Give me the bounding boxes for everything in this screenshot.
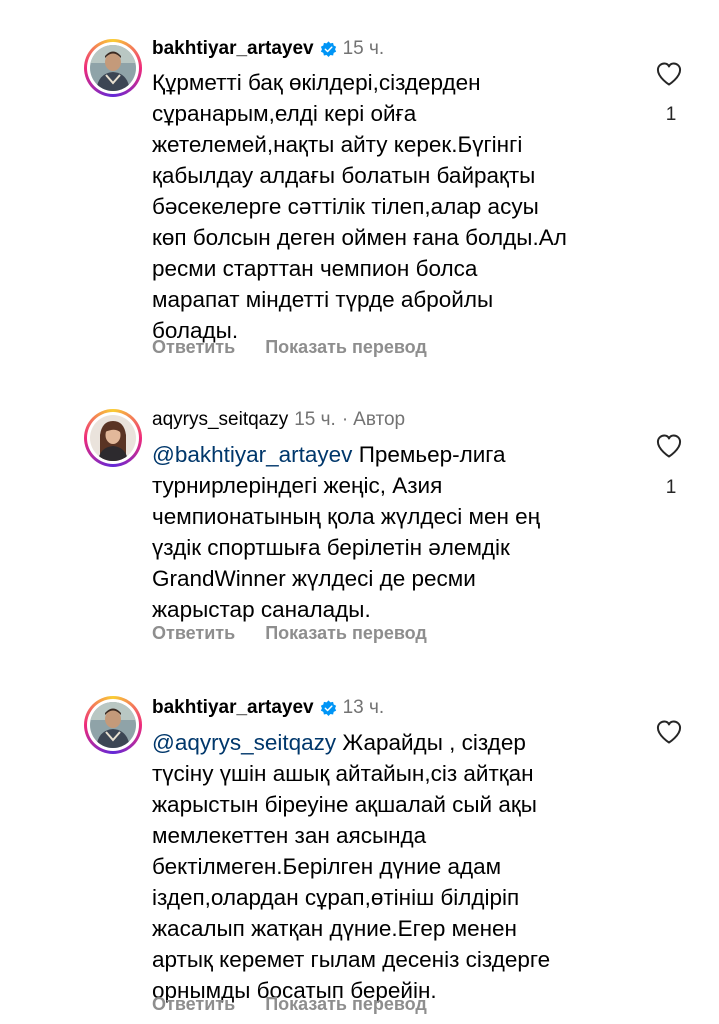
show-translation-button[interactable]: Показать перевод (265, 337, 427, 358)
heart-icon[interactable] (654, 432, 684, 460)
comment-text: Құрметті бақ өкілдері,сіздерден сұранары… (152, 67, 622, 346)
comment-actions: Ответить Показать перевод (152, 622, 427, 644)
reply-button[interactable]: Ответить (152, 994, 235, 1015)
comment-header: aqyrys_seitqazy 15 ч. · Автор (152, 408, 405, 432)
comment-line: жарыстын біреуіне ақшалай сый ақы (152, 792, 537, 817)
author-separator: · (341, 409, 349, 430)
avatar-story-ring[interactable] (84, 409, 142, 467)
heart-icon[interactable] (654, 60, 684, 88)
show-translation-button[interactable]: Показать перевод (265, 623, 427, 644)
username[interactable]: bakhtiyar_artayev (152, 38, 314, 60)
avatar-story-ring[interactable] (84, 696, 142, 754)
comment-line: жетелемей,нақты айту керек.Бүгінгі (152, 132, 523, 157)
reply-button[interactable]: Ответить (152, 337, 235, 358)
comment-line: қабылдау алдағы болатын байрақты (152, 163, 536, 188)
comment-line: ресми старттан чемпион болса (152, 256, 478, 281)
avatar (90, 415, 136, 461)
comment-actions: Ответить Показать перевод (152, 336, 427, 358)
comment-line: @bakhtiyar_artayev Премьер-лига (152, 439, 622, 470)
comment-header: bakhtiyar_artayev 15 ч. (152, 37, 384, 61)
comment-time: 15 ч. (342, 38, 385, 59)
username[interactable]: bakhtiyar_artayev (152, 697, 314, 719)
comment-line: Құрметті бақ өкілдері,сіздерден (152, 70, 481, 95)
comment-line: түсіну үшін ашық айтайын,сіз айтқан (152, 761, 534, 786)
avatar-story-ring[interactable] (84, 39, 142, 97)
comment-line: турнирлеріндегі жеңіс, Азия (152, 473, 443, 498)
comment-time: 13 ч. (342, 697, 385, 718)
comment-line-text: Жарайды , сіздер (336, 730, 526, 755)
like-count: 1 (665, 104, 677, 125)
like-count: 1 (665, 477, 677, 498)
comment-line: жарыстар саналады. (152, 597, 371, 622)
comment-line: GrandWinner жүлдесі де ресми (152, 566, 476, 591)
comment-line: бектілмеген.Берілген дүние адам (152, 854, 502, 879)
author-label: Автор (353, 409, 406, 430)
comment-line: жасалып жатқан дүние.Егер менен (152, 916, 517, 941)
reply-button[interactable]: Ответить (152, 623, 235, 644)
verified-badge-icon (320, 699, 337, 717)
mention-link[interactable]: @aqyrys_seitqazy (152, 730, 336, 755)
comment-actions: Ответить Показать перевод (152, 993, 427, 1015)
comment-line: сұранарым,елді кері ойға (152, 101, 417, 126)
heart-icon[interactable] (654, 718, 684, 746)
comment-line: марапат міндетті түрде абройлы (152, 287, 494, 312)
comment-text: @bakhtiyar_artayev Премьер-лига турнирле… (152, 439, 622, 625)
mention-link[interactable]: @bakhtiyar_artayev (152, 442, 352, 467)
comment-line: чемпионатының қола жүлдесі мен ең (152, 504, 541, 529)
comment-header: bakhtiyar_artayev 13 ч. (152, 696, 384, 720)
verified-badge-icon (320, 40, 337, 58)
comment-line-text: Премьер-лига (352, 442, 506, 467)
comment-line: мемлекеттен зан аясында (152, 823, 427, 848)
comment-line: үздік спортшыға берілетін әлемдік (152, 535, 510, 560)
comment-line: артық керемет гылам десеніз сіздерге (152, 947, 551, 972)
comment-line: бәсекелерге сәттілік тілеп,алар асуы (152, 194, 539, 219)
comment-time: 15 ч. (294, 409, 336, 430)
comment-line: іздеп,олардан сұрап,өтініш білдіріп (152, 885, 520, 910)
show-translation-button[interactable]: Показать перевод (265, 994, 427, 1015)
avatar (90, 45, 136, 91)
username[interactable]: aqyrys_seitqazy (152, 409, 288, 431)
comment-line: көп болсын деген оймен ғана болды.Ал (152, 225, 567, 250)
comment-text: @aqyrys_seitqazy Жарайды , сіздер түсіну… (152, 727, 622, 1006)
avatar (90, 702, 136, 748)
comment-line: @aqyrys_seitqazy Жарайды , сіздер (152, 727, 622, 758)
